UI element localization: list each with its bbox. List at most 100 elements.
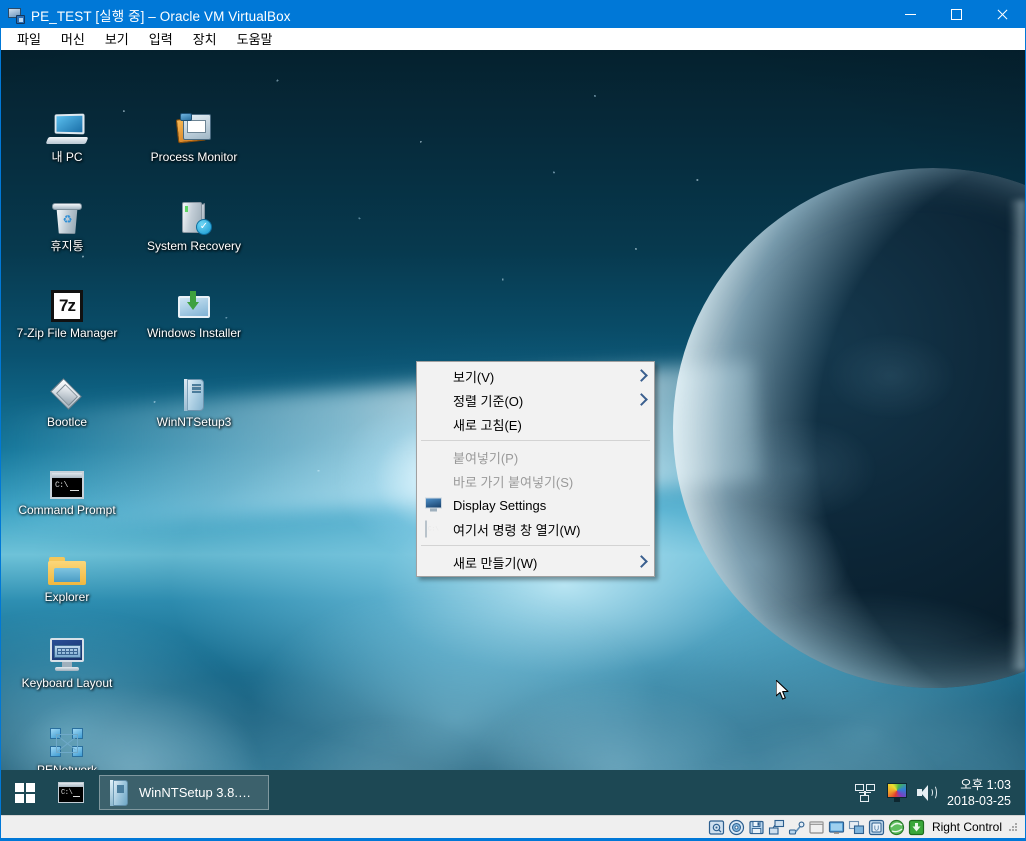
network-adapter-icon[interactable] [768, 819, 785, 836]
desktop-icon-recycle-bin[interactable]: ♻ 휴지통 [3, 191, 131, 253]
virtualbox-window: PE_TEST [실행 중] – Oracle VM VirtualBox 파일… [0, 0, 1026, 839]
close-button[interactable] [979, 1, 1025, 28]
mouse-integration-icon[interactable] [888, 819, 905, 836]
context-menu-label: 바로 가기 붙여넣기(S) [453, 472, 573, 491]
desktop-icon-label: Keyboard Layout [3, 676, 131, 690]
display-icon[interactable] [828, 819, 845, 836]
volume-icon[interactable] [917, 784, 937, 802]
recording-icon[interactable]: U [868, 819, 885, 836]
context-menu-label: 새로 고침(E) [453, 415, 522, 434]
desktop-icon-windows-installer[interactable]: Windows Installer [130, 278, 258, 340]
virtualbox-icon [7, 6, 25, 24]
desktop-icon-label: 휴지통 [3, 239, 131, 253]
maximize-button[interactable] [933, 1, 979, 28]
context-menu-item-refresh[interactable]: 새로 고침(E) [417, 412, 654, 436]
taskbar-button-label: WinNTSetup 3.8.8.... [139, 785, 256, 800]
context-menu-item-view[interactable]: 보기(V) [417, 364, 654, 388]
menu-item-help[interactable]: 도움말 [227, 28, 283, 49]
taskbar-button-winntsetup[interactable]: WinNTSetup 3.8.8.... [99, 775, 269, 810]
winntsetup-icon [108, 780, 130, 806]
host-key-icon[interactable] [908, 819, 925, 836]
clock-date: 2018-03-25 [947, 793, 1011, 809]
context-menu-label: 보기(V) [453, 367, 494, 386]
remote-desktop-icon[interactable] [848, 819, 865, 836]
desktop-context-menu: 보기(V) 정렬 기준(O) 새로 고침(E) 붙여넣기(P) 바로 가기 붙여… [416, 361, 655, 577]
desktop-icon-label: Explorer [3, 590, 131, 604]
context-menu-label: Display Settings [453, 498, 546, 513]
window-title: PE_TEST [실행 중] – Oracle VM VirtualBox [31, 5, 291, 25]
desktop-icon-label: 내 PC [3, 150, 131, 164]
network-icon[interactable] [855, 783, 877, 803]
desktop-icon-label: Windows Installer [130, 326, 258, 340]
winntsetup-icon [181, 379, 207, 411]
hard-disk-icon[interactable] [708, 819, 725, 836]
resize-grip[interactable] [1009, 821, 1019, 833]
context-menu-item-new[interactable]: 새로 만들기(W) [417, 550, 654, 574]
virtualbox-status-bar: U Right Control [1, 815, 1025, 838]
penetwork-icon [49, 727, 85, 759]
guest-screen[interactable]: 내 PC Process Monitor ♻ 휴지통 ✓ System Reco… [1, 50, 1025, 815]
context-menu-label: 정렬 기준(O) [453, 391, 523, 410]
desktop-icon-keyboard-layout[interactable]: Keyboard Layout [3, 628, 131, 690]
process-monitor-icon [175, 112, 213, 146]
bootice-icon [49, 379, 85, 411]
desktop-icon-penetwork[interactable]: PENetwork [3, 715, 131, 777]
clock-time: 오후 1:03 [947, 777, 1011, 793]
menubar: 파일 머신 보기 입력 장치 도움말 [1, 28, 1025, 50]
usb-icon[interactable] [788, 819, 805, 836]
desktop-icon-label: WinNTSetup3 [130, 415, 258, 429]
recycle-bin-icon: ♻ [51, 201, 83, 235]
desktop-icon-bootice[interactable]: Bootlce [3, 367, 131, 429]
display-monitor-icon [425, 498, 443, 513]
menu-item-devices[interactable]: 장치 [183, 28, 227, 49]
computer-icon [47, 114, 87, 146]
command-prompt-icon: C:\ [50, 471, 84, 499]
desktop-icon-my-pc[interactable]: 내 PC [3, 102, 131, 164]
context-menu-separator [421, 440, 650, 441]
taskbar-empty-area[interactable] [269, 770, 855, 815]
context-menu-label: 붙여넣기(P) [453, 448, 518, 467]
system-recovery-icon: ✓ [177, 201, 211, 235]
display-color-icon[interactable] [887, 783, 907, 802]
desktop-icon-label: 7-Zip File Manager [3, 326, 131, 340]
windows-logo-icon [15, 783, 35, 803]
host-key-label: Right Control [932, 820, 1002, 834]
keyboard-layout-icon [48, 638, 86, 672]
shared-folder-icon[interactable] [808, 819, 825, 836]
desktop-icon-label: System Recovery [130, 239, 258, 253]
context-menu-item-display-settings[interactable]: Display Settings [417, 493, 654, 517]
system-tray [855, 770, 947, 815]
7zip-icon: 7z [51, 290, 83, 322]
context-menu-label: 여기서 명령 창 열기(W) [453, 520, 580, 539]
context-menu-item-sort-by[interactable]: 정렬 기준(O) [417, 388, 654, 412]
context-menu-label: 새로 만들기(W) [453, 553, 537, 572]
windows-installer-icon [177, 292, 211, 322]
command-prompt-icon: C:\ [58, 782, 84, 803]
desktop-icon-process-monitor[interactable]: Process Monitor [130, 102, 258, 164]
minimize-button[interactable] [887, 1, 933, 28]
quick-launch-command-prompt[interactable]: C:\ [49, 770, 93, 815]
desktop-icon-winntsetup3[interactable]: WinNTSetup3 [130, 367, 258, 429]
floppy-disk-icon[interactable] [748, 819, 765, 836]
desktop-icon-7zip-file-manager[interactable]: 7z 7-Zip File Manager [3, 278, 131, 340]
menu-item-file[interactable]: 파일 [7, 28, 51, 49]
context-menu-item-open-command-window[interactable]: C:\ 여기서 명령 창 열기(W) [417, 517, 654, 541]
desktop-icon-explorer[interactable]: Explorer [3, 542, 131, 604]
command-prompt-icon: C:\ [425, 522, 443, 537]
menu-item-input[interactable]: 입력 [139, 28, 183, 49]
menu-item-view[interactable]: 보기 [95, 28, 139, 49]
explorer-folder-icon [48, 556, 86, 586]
optical-disk-icon[interactable] [728, 819, 745, 836]
taskbar-clock[interactable]: 오후 1:03 2018-03-25 [947, 777, 1025, 809]
start-button[interactable] [1, 770, 49, 815]
taskbar: C:\ WinNTSetup 3.8.8.... [1, 770, 1025, 815]
desktop-icon-command-prompt[interactable]: C:\ Command Prompt [3, 455, 131, 517]
desktop-icon-label: Command Prompt [3, 503, 131, 517]
desktop-icon-label: Bootlce [3, 415, 131, 429]
context-menu-separator [421, 545, 650, 546]
menu-item-machine[interactable]: 머신 [51, 28, 95, 49]
window-titlebar: PE_TEST [실행 중] – Oracle VM VirtualBox [1, 1, 1025, 28]
desktop-icon-system-recovery[interactable]: ✓ System Recovery [130, 191, 258, 253]
window-controls [887, 1, 1025, 28]
context-menu-item-paste-shortcut: 바로 가기 붙여넣기(S) [417, 469, 654, 493]
